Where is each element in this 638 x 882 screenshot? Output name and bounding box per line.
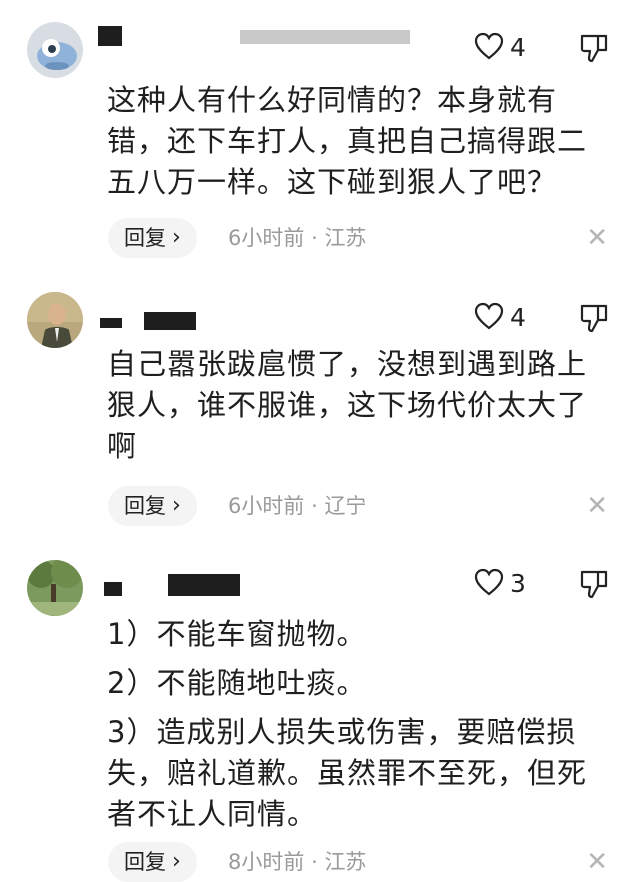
chevron-right-icon: › — [172, 849, 181, 874]
comment-line: 自己嚣张跋扈惯了，没想到遇到路上狠人，谁不服谁，这下场代价太大了啊 — [107, 347, 588, 463]
separator: · — [311, 494, 318, 518]
thumbs-down-icon — [580, 570, 608, 604]
comment-meta: 8小时前 · 江苏 — [228, 842, 366, 882]
like-count: 4 — [510, 33, 526, 62]
avatar[interactable] — [27, 292, 83, 348]
thumbs-down-icon — [580, 304, 608, 338]
dislike-button[interactable] — [580, 34, 608, 68]
comment-line: 这种人有什么好同情的？本身就有错，还下车打人，真把自己搞得跟二五八万一样。这下碰… — [107, 83, 588, 199]
comment-line: 3）造成别人损失或伤害，要赔偿损失，赔礼道歉。虽然罪不至死，但死者不让人同情。 — [107, 715, 588, 831]
close-icon[interactable]: ✕ — [586, 218, 608, 258]
separator: · — [311, 850, 318, 874]
reply-button[interactable]: 回复 › — [108, 486, 197, 526]
chevron-right-icon: › — [172, 493, 181, 518]
reply-label: 回复 — [124, 850, 166, 874]
comment-meta: 6小时前 · 辽宁 — [228, 486, 366, 526]
chevron-right-icon: › — [172, 225, 181, 250]
like-button[interactable]: 4 — [474, 32, 526, 64]
username-masked[interactable] — [100, 318, 122, 328]
close-icon[interactable]: ✕ — [586, 486, 608, 526]
reply-label: 回复 — [124, 494, 166, 518]
timestamp: 8小时前 — [228, 850, 305, 874]
username-masked[interactable] — [98, 26, 122, 46]
username-masked-extra — [168, 574, 240, 596]
thumbs-down-icon — [580, 34, 608, 68]
like-button[interactable]: 4 — [474, 302, 526, 334]
close-icon[interactable]: ✕ — [586, 842, 608, 882]
comment-meta: 6小时前 · 江苏 — [228, 218, 366, 258]
comment-line: 2）不能随地吐痰。 — [107, 666, 367, 700]
comment-text: 1）不能车窗抛物。 2）不能随地吐痰。 3）造成别人损失或伤害，要赔偿损失，赔礼… — [107, 614, 607, 835]
avatar[interactable] — [27, 22, 83, 78]
heart-outline-icon — [474, 32, 504, 64]
location: 辽宁 — [324, 494, 367, 518]
reply-button[interactable]: 回复 › — [108, 842, 197, 882]
dislike-button[interactable] — [580, 570, 608, 604]
dislike-button[interactable] — [580, 304, 608, 338]
username-masked-extra — [240, 30, 410, 44]
location: 江苏 — [324, 226, 367, 250]
avatar[interactable] — [27, 560, 83, 616]
timestamp: 6小时前 — [228, 494, 305, 518]
reply-label: 回复 — [124, 226, 166, 250]
like-count: 3 — [510, 569, 526, 598]
username-masked-extra — [144, 312, 196, 330]
like-count: 4 — [510, 303, 526, 332]
comment-text: 这种人有什么好同情的？本身就有错，还下车打人，真把自己搞得跟二五八万一样。这下碰… — [107, 80, 607, 203]
location: 江苏 — [324, 850, 367, 874]
username-masked[interactable] — [104, 582, 122, 596]
like-button[interactable]: 3 — [474, 568, 526, 600]
heart-outline-icon — [474, 568, 504, 600]
comment-line: 1）不能车窗抛物。 — [107, 617, 367, 651]
comment-text: 自己嚣张跋扈惯了，没想到遇到路上狠人，谁不服谁，这下场代价太大了啊 — [107, 344, 607, 467]
separator: · — [311, 226, 318, 250]
timestamp: 6小时前 — [228, 226, 305, 250]
reply-button[interactable]: 回复 › — [108, 218, 197, 258]
heart-outline-icon — [474, 302, 504, 334]
